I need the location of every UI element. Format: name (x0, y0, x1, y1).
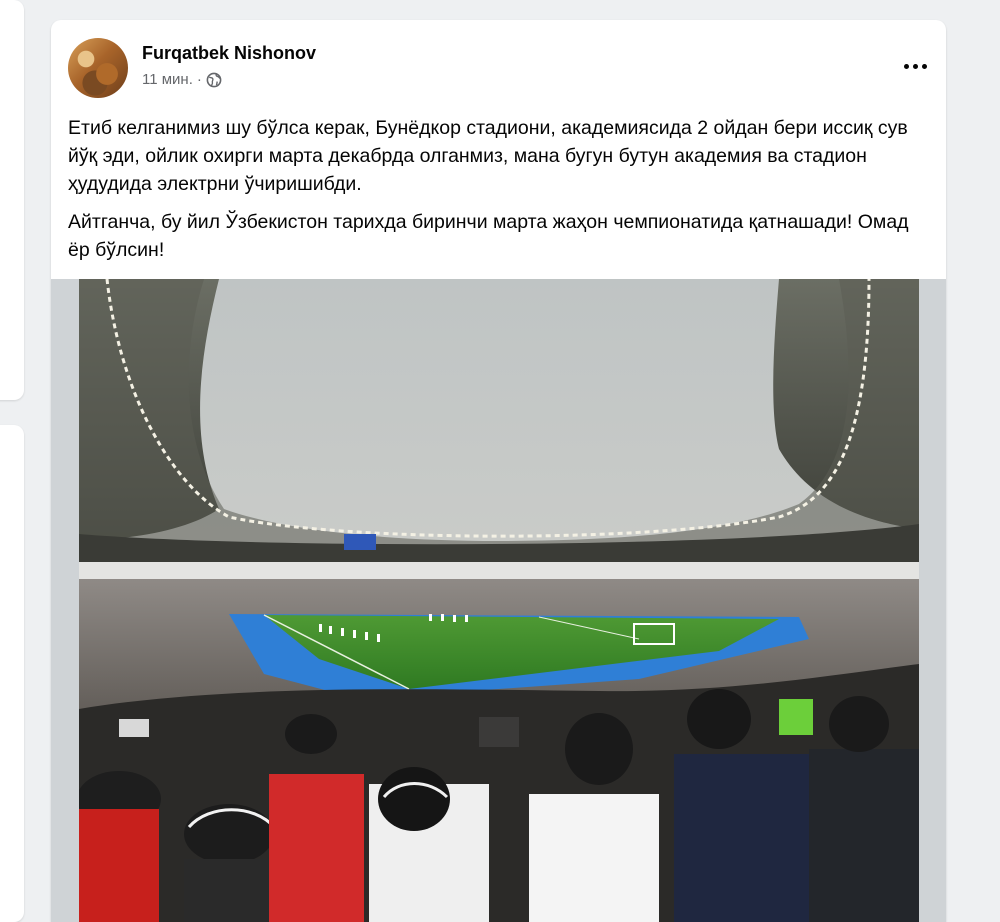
post-header: Furqatbek Nishonov 11 мин. · (68, 38, 929, 98)
post-paragraph: Етиб келганимиз шу бўлса керак, Бунёдкор… (68, 117, 908, 195)
post-photo-container (51, 279, 946, 922)
post-meta: 11 мин. · (142, 71, 222, 88)
left-side-card (0, 0, 24, 400)
meta-separator: · (196, 71, 202, 88)
globe-icon[interactable] (206, 72, 222, 88)
left-side-card-lower (0, 425, 24, 922)
more-options-icon[interactable] (897, 48, 933, 84)
post-paragraph: Айтганча, бу йил Ўзбекистон тарихда бири… (68, 211, 909, 261)
feed-post: Furqatbek Nishonov 11 мин. · Етиб келган… (51, 20, 946, 922)
post-timestamp[interactable]: 11 мин. (142, 71, 193, 88)
avatar[interactable] (68, 38, 128, 98)
post-text: Етиб келганимиз шу бўлса керак, Бунёдкор… (68, 114, 926, 274)
author-name[interactable]: Furqatbek Nishonov (142, 43, 316, 64)
stadium-photo[interactable] (79, 279, 919, 922)
